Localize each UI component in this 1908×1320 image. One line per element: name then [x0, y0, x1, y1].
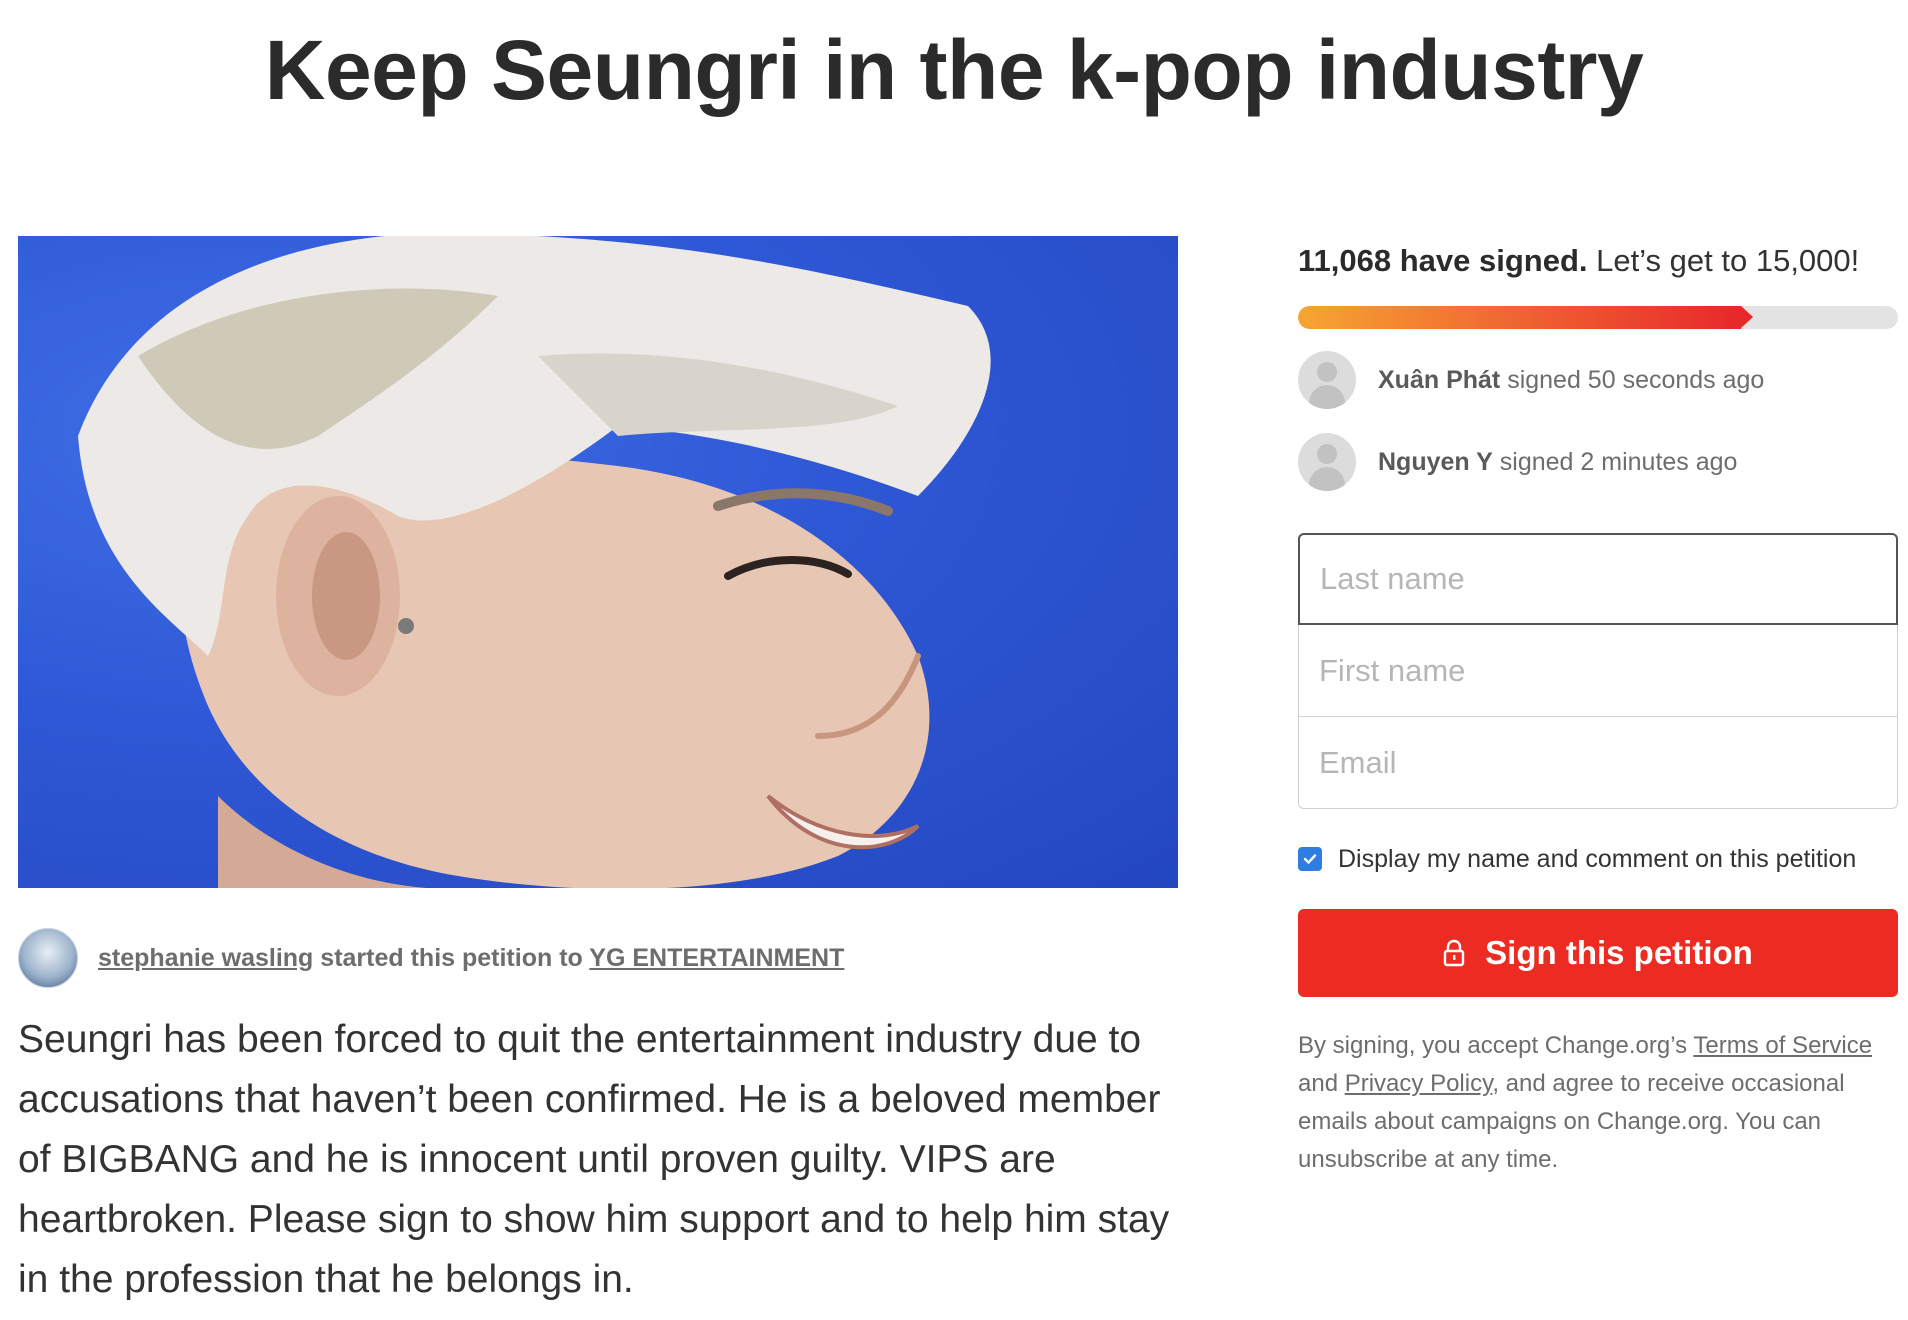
privacy-policy-link[interactable]: Privacy Policy — [1345, 1070, 1493, 1097]
recent-signer-text: Xuân Phát signed 50 seconds ago — [1378, 366, 1764, 395]
signer-action: signed 50 seconds ago — [1500, 365, 1765, 394]
signature-target: Let’s get to 15,000! — [1587, 243, 1860, 278]
first-name-input[interactable] — [1319, 652, 1879, 689]
recent-signer-text: Nguyen Y signed 2 minutes ago — [1378, 448, 1737, 477]
petition-photo — [18, 236, 1178, 888]
email-field-wrapper — [1298, 717, 1898, 809]
sign-form: Display my name and comment on this peti… — [1298, 533, 1898, 1179]
recent-signer: Nguyen Y signed 2 minutes ago — [1298, 433, 1898, 491]
first-name-field-wrapper — [1298, 625, 1898, 717]
portrait-illustration — [78, 236, 991, 888]
signer-name: Nguyen Y — [1378, 447, 1493, 476]
signer-name: Xuân Phát — [1378, 365, 1501, 394]
legal-notice: By signing, you accept Change.org’s Term… — [1298, 1027, 1898, 1179]
sign-petition-label: Sign this petition — [1485, 934, 1753, 971]
starter-name-link[interactable]: stephanie wasling — [98, 944, 313, 972]
petition-title: Keep Seungri in the k-pop industry — [264, 23, 1644, 117]
lock-icon — [1443, 939, 1465, 967]
email-input[interactable] — [1319, 744, 1879, 781]
signature-goal: 11,068 have signed. Let’s get to 15,000! — [1298, 236, 1898, 286]
legal-and: and — [1298, 1070, 1345, 1097]
petition-description: Seungri has been forced to quit the ente… — [18, 1018, 1170, 1301]
starter-middle-text: started this petition to — [313, 943, 590, 972]
petition-starter: stephanie wasling started this petition … — [18, 928, 844, 988]
recipient-link[interactable]: YG ENTERTAINMENT — [589, 944, 844, 972]
user-avatar-icon — [1298, 351, 1356, 409]
sign-petition-button[interactable]: Sign this petition — [1298, 909, 1898, 997]
last-name-field-wrapper — [1298, 533, 1898, 625]
sign-panel: 11,068 have signed. Let’s get to 15,000!… — [1298, 236, 1898, 1179]
signature-progress-bar — [1298, 306, 1898, 329]
petition-page: Keep Seungri in the k-pop industry steph… — [0, 0, 1908, 1320]
recent-signer: Xuân Phát signed 50 seconds ago — [1298, 351, 1898, 409]
checkmark-icon — [1303, 854, 1317, 864]
user-avatar-icon — [1298, 433, 1356, 491]
starter-text: stephanie wasling started this petition … — [98, 944, 844, 973]
terms-of-service-link[interactable]: Terms of Service — [1693, 1032, 1872, 1059]
display-name-option: Display my name and comment on this peti… — [1298, 839, 1898, 879]
signer-action: signed 2 minutes ago — [1492, 447, 1738, 476]
legal-prefix: By signing, you accept Change.org’s — [1298, 1032, 1694, 1059]
starter-avatar[interactable] — [18, 928, 78, 988]
signature-progress-fill — [1298, 306, 1753, 329]
signature-count: 11,068 have signed. — [1298, 243, 1588, 278]
display-name-label[interactable]: Display my name and comment on this peti… — [1338, 845, 1856, 874]
display-name-checkbox[interactable] — [1298, 847, 1322, 871]
last-name-input[interactable] — [1320, 561, 1880, 597]
